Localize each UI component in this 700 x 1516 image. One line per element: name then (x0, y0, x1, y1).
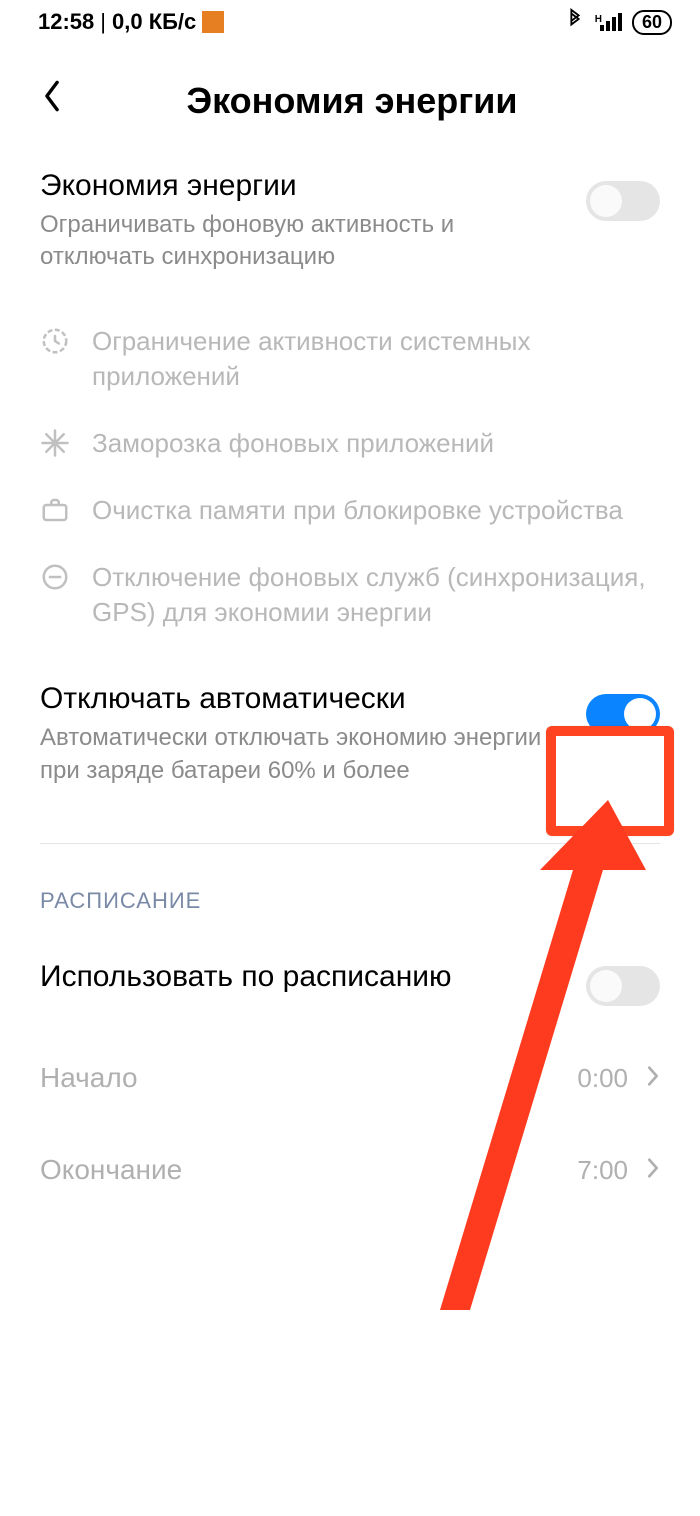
clock-icon (40, 326, 70, 356)
chevron-right-icon (646, 1063, 660, 1094)
briefcase-icon (40, 495, 70, 525)
use-schedule-row[interactable]: Использовать по расписанию (40, 928, 660, 1032)
snowflake-icon (40, 428, 70, 458)
feature-item: Ограничение активности системных приложе… (40, 308, 660, 410)
schedule-end-row[interactable]: Окончание 7:00 (40, 1124, 660, 1216)
status-netspeed: 0,0 КБ/с (112, 9, 196, 35)
schedule-end-label: Окончание (40, 1154, 577, 1186)
circle-minus-icon (40, 562, 70, 592)
divider (40, 843, 660, 844)
status-time: 12:58 (38, 9, 94, 35)
chevron-right-icon (646, 1155, 660, 1186)
auto-disable-subtitle: Автоматически отключать экономию энергии… (40, 722, 562, 787)
status-bar: 12:58 | 0,0 КБ/с H 60 (0, 0, 700, 44)
feature-list: Ограничение активности системных приложе… (40, 300, 660, 665)
schedule-start-row[interactable]: Начало 0:00 (40, 1032, 660, 1124)
annotation-highlight (546, 726, 674, 836)
feature-item: Отключение фоновых служб (синхронизация,… (40, 544, 660, 646)
schedule-end-value: 7:00 (577, 1155, 628, 1186)
page-title: Экономия энергии (44, 80, 660, 122)
schedule-start-label: Начало (40, 1062, 577, 1094)
battery-indicator: 60 (632, 10, 672, 35)
battery-saver-title: Экономия энергии (40, 169, 562, 203)
schedule-start-value: 0:00 (577, 1063, 628, 1094)
bluetooth-icon (565, 8, 585, 36)
battery-saver-row[interactable]: Экономия энергии Ограничивать фоновую ак… (40, 143, 660, 300)
battery-saver-toggle[interactable] (586, 181, 660, 221)
signal-icon (600, 13, 622, 31)
feature-label: Отключение фоновых служб (синхронизация,… (92, 560, 660, 630)
battery-saver-subtitle: Ограничивать фоновую активность и отключ… (40, 209, 562, 274)
feature-label: Очистка памяти при блокировке устройства (92, 493, 623, 528)
network-type-icon: H (595, 14, 602, 25)
use-schedule-label: Использовать по расписанию (40, 960, 562, 994)
auto-disable-title: Отключать автоматически (40, 682, 562, 716)
feature-item: Заморозка фоновых приложений (40, 410, 660, 477)
use-schedule-toggle[interactable] (586, 966, 660, 1006)
page-header: Экономия энергии (0, 44, 700, 143)
running-app-icon (202, 11, 224, 33)
feature-label: Заморозка фоновых приложений (92, 426, 494, 461)
feature-item: Очистка памяти при блокировке устройства (40, 477, 660, 544)
schedule-section-header: РАСПИСАНИЕ (40, 856, 660, 928)
feature-label: Ограничение активности системных приложе… (92, 324, 660, 394)
